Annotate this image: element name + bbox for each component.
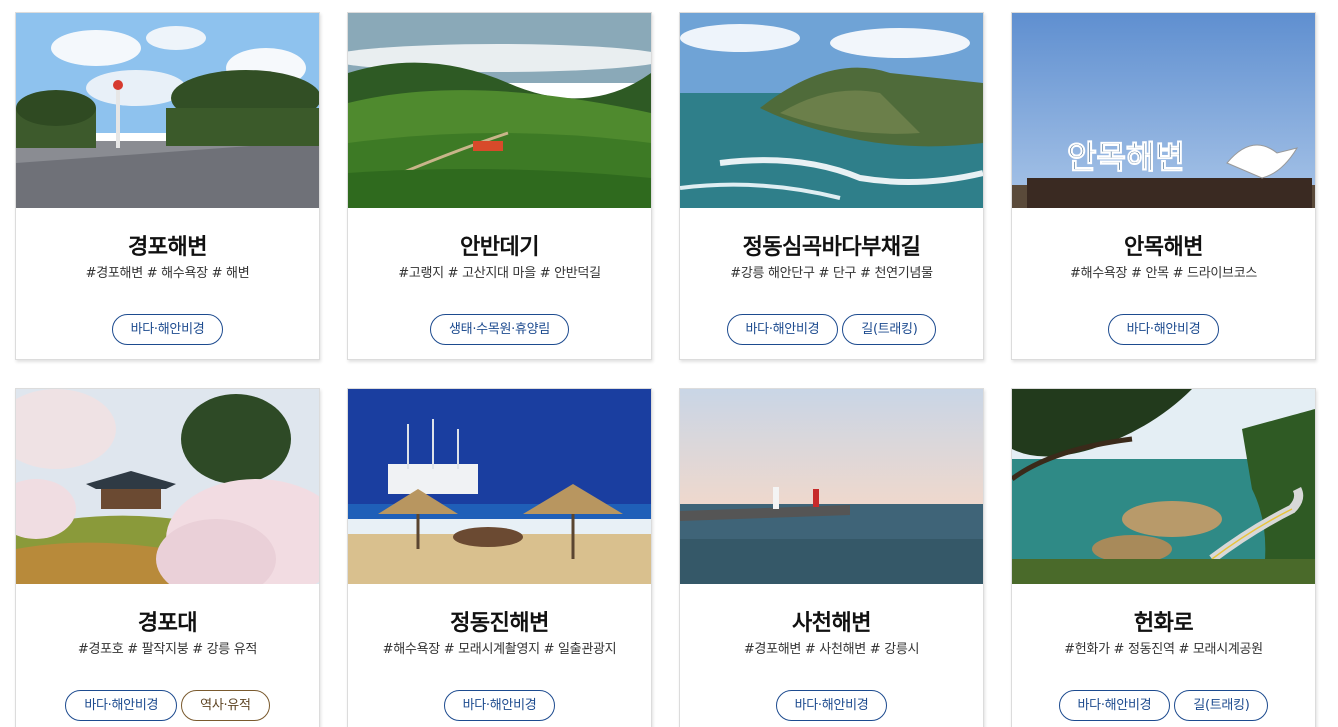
card-title: 안반데기 bbox=[460, 235, 539, 260]
card-title: 헌화로 bbox=[1133, 611, 1194, 636]
category-badge-ecology[interactable]: 생태·수목원·휴양림 bbox=[430, 314, 569, 345]
ship-beach-image[interactable] bbox=[348, 389, 651, 584]
card-jeongdongjin-beach[interactable]: 정동진해변 #해수욕장 # 모래시계촬영지 # 일출관광지 바다·해안비경 bbox=[347, 388, 652, 727]
card-tags: #경포해변 # 사천해변 # 강릉시 bbox=[743, 642, 920, 657]
card-title: 경포대 bbox=[137, 611, 198, 636]
category-badge-sea[interactable]: 바다·해안비경 bbox=[1107, 314, 1220, 345]
category-badge-sea[interactable]: 바다·해안비경 bbox=[443, 690, 556, 721]
card-anbandegi[interactable]: 안반데기 #고랭지 # 고산지대 마을 # 안반덕길 생태·수목원·휴양림 bbox=[347, 12, 652, 360]
pavilion-blossoms-image[interactable] bbox=[16, 389, 319, 584]
card-gyeongpo-beach[interactable]: 경포해변 #경포해변 # 해수욕장 # 해변 바다·해안비경 bbox=[15, 12, 320, 360]
category-badge-sea[interactable]: 바다·해안비경 bbox=[111, 314, 224, 345]
card-jeongdong-simgok-trail[interactable]: 정동심곡바다부채길 #강릉 해안단구 # 단구 # 천연기념물 바다·해안비경 … bbox=[679, 12, 984, 360]
lighthouses-image[interactable] bbox=[680, 389, 983, 584]
coastal-cliffs-image[interactable] bbox=[680, 13, 983, 208]
category-badge-history[interactable]: 역사·유적 bbox=[181, 690, 270, 721]
card-tags: #헌화가 # 정동진역 # 모래시계공원 bbox=[1064, 642, 1263, 657]
card-badges: 바다·해안비경 bbox=[16, 314, 319, 345]
card-title: 정동진해변 bbox=[450, 611, 549, 636]
card-badges: 바다·해안비경 길(트래킹) bbox=[1012, 690, 1315, 721]
card-tags: #고랭지 # 고산지대 마을 # 안반덕길 bbox=[398, 266, 601, 281]
card-tags: #해수욕장 # 모래시계촬영지 # 일출관광지 bbox=[382, 642, 617, 657]
card-tags: #경포호 # 팔작지붕 # 강릉 유적 bbox=[77, 642, 258, 657]
card-tags: #경포해변 # 해수욕장 # 해변 bbox=[85, 266, 250, 281]
card-badges: 바다·해안비경 길(트래킹) bbox=[680, 314, 983, 345]
card-anmok-beach[interactable]: 안목해변 안목해변 #해수욕장 # 안목 # 드라이브코스 바다·해안비경 bbox=[1011, 12, 1316, 360]
card-gyeongpodae[interactable]: 경포대 #경포호 # 팔작지붕 # 강릉 유적 바다·해안비경 역사·유적 bbox=[15, 388, 320, 727]
card-title: 안목해변 bbox=[1124, 235, 1203, 260]
category-badge-sea[interactable]: 바다·해안비경 bbox=[775, 690, 888, 721]
card-badges: 바다·해안비경 bbox=[680, 690, 983, 721]
card-heonhwaro[interactable]: 헌화로 #헌화가 # 정동진역 # 모래시계공원 바다·해안비경 길(트래킹) bbox=[1011, 388, 1316, 727]
card-tags: #강릉 해안단구 # 단구 # 천연기념물 bbox=[730, 266, 933, 281]
card-badges: 바다·해안비경 bbox=[1012, 314, 1315, 345]
highland-fields-image[interactable] bbox=[348, 13, 651, 208]
card-title: 정동심곡바다부채길 bbox=[742, 235, 921, 260]
card-badges: 생태·수목원·휴양림 bbox=[348, 314, 651, 345]
card-badges: 바다·해안비경 역사·유적 bbox=[16, 690, 319, 721]
category-badge-sea[interactable]: 바다·해안비경 bbox=[726, 314, 839, 345]
beach-plaza-image[interactable] bbox=[16, 13, 319, 208]
card-title: 사천해변 bbox=[792, 611, 871, 636]
card-title: 경포해변 bbox=[128, 235, 207, 260]
svg-text:안목해변: 안목해변 bbox=[1067, 138, 1185, 176]
anmok-beach-sign-image[interactable]: 안목해변 bbox=[1012, 13, 1315, 208]
category-badge-trekking[interactable]: 길(트래킹) bbox=[1174, 690, 1269, 721]
category-badge-trekking[interactable]: 길(트래킹) bbox=[842, 314, 937, 345]
category-badge-sea[interactable]: 바다·해안비경 bbox=[1058, 690, 1171, 721]
coastal-road-image[interactable] bbox=[1012, 389, 1315, 584]
card-badges: 바다·해안비경 bbox=[348, 690, 651, 721]
category-badge-sea[interactable]: 바다·해안비경 bbox=[65, 690, 178, 721]
card-tags: #해수욕장 # 안목 # 드라이브코스 bbox=[1069, 266, 1258, 281]
card-sacheon-beach[interactable]: 사천해변 #경포해변 # 사천해변 # 강릉시 바다·해안비경 bbox=[679, 388, 984, 727]
